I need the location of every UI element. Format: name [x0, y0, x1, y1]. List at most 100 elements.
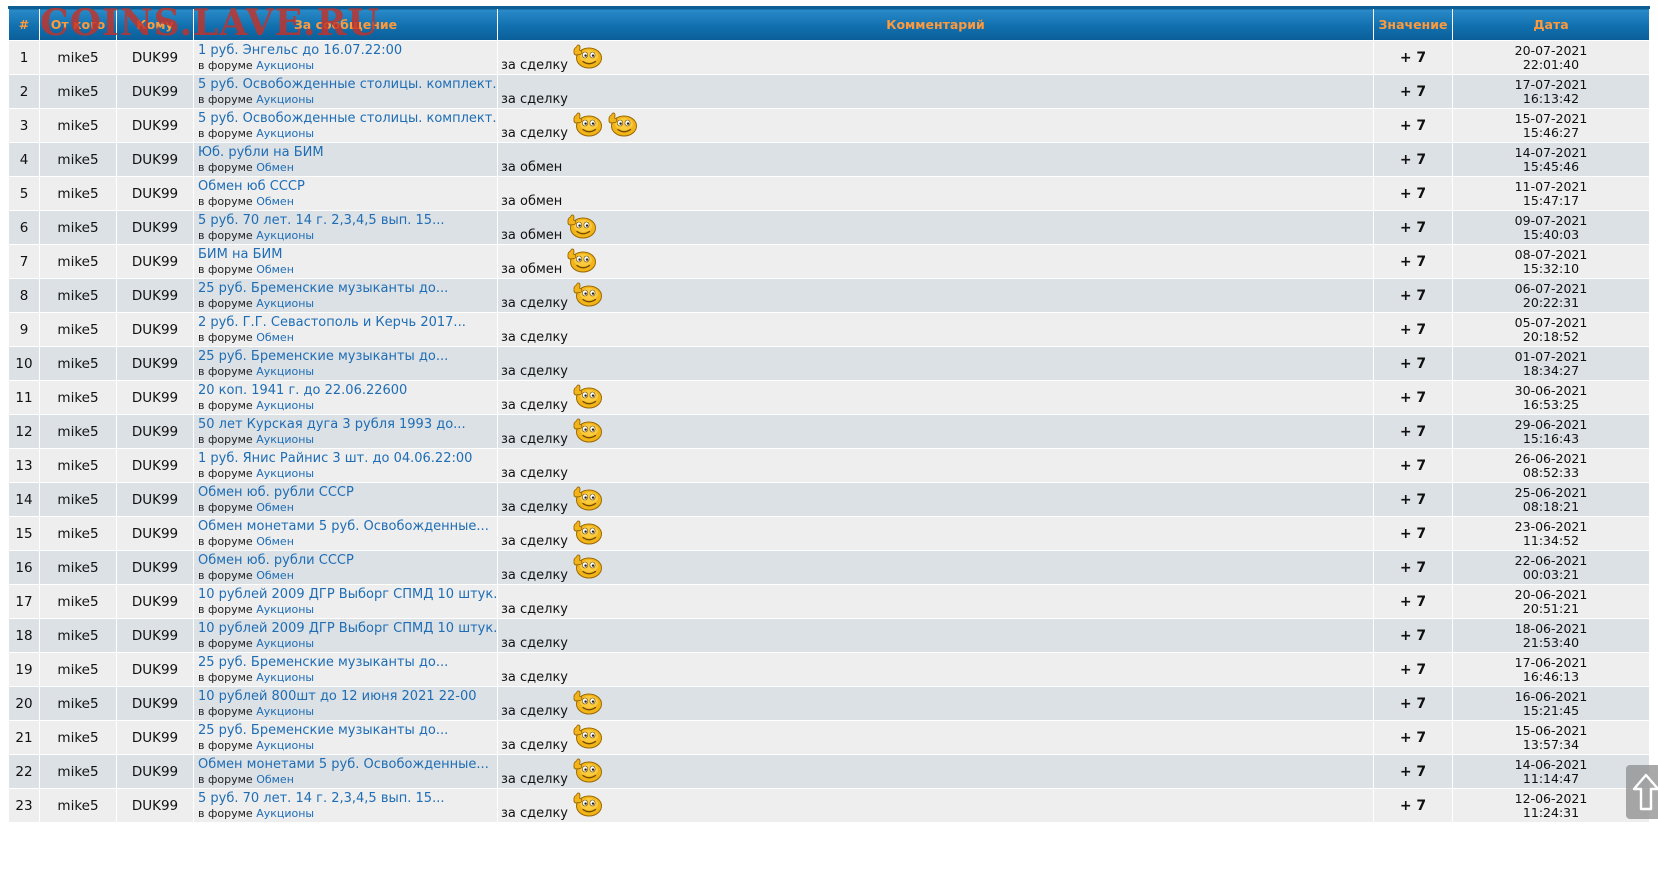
to-user-link[interactable]: DUK99 [116, 754, 194, 789]
forum-link[interactable]: Обмен [256, 773, 294, 786]
to-user-link[interactable]: DUK99 [116, 142, 194, 177]
to-user-link[interactable]: DUK99 [116, 346, 194, 381]
to-user-link[interactable]: DUK99 [116, 652, 194, 687]
to-user-link[interactable]: DUK99 [116, 108, 194, 143]
forum-link[interactable]: Аукционы [256, 127, 314, 140]
forum-link[interactable]: Аукционы [256, 399, 314, 412]
forum-link[interactable]: Обмен [256, 195, 294, 208]
post-title-link[interactable]: Обмен юб СССР [198, 179, 497, 194]
col-header-date[interactable]: Дата [1452, 6, 1650, 41]
to-user-link[interactable]: DUK99 [116, 720, 194, 755]
from-user-link[interactable]: mike5 [39, 142, 117, 177]
to-user-link[interactable]: DUK99 [116, 380, 194, 415]
col-header-comment[interactable]: Комментарий [497, 6, 1374, 41]
to-user-link[interactable]: DUK99 [116, 176, 194, 211]
col-header-to[interactable]: Кому [116, 6, 194, 41]
post-title-link[interactable]: 20 коп. 1941 г. до 22.06.22600 [198, 383, 497, 398]
post-title-link[interactable]: 50 лет Курская дуга 3 рубля 1993 до... [198, 417, 497, 432]
to-user-link[interactable]: DUK99 [116, 550, 194, 585]
forum-link[interactable]: Аукционы [256, 637, 314, 650]
from-user-link[interactable]: mike5 [39, 40, 117, 75]
forum-link[interactable]: Обмен [256, 263, 294, 276]
col-header-post[interactable]: За сообщение [193, 6, 498, 41]
to-user-link[interactable]: DUK99 [116, 40, 194, 75]
post-title-link[interactable]: Обмен монетами 5 руб. Освобожденные... [198, 757, 497, 772]
to-user-link[interactable]: DUK99 [116, 686, 194, 721]
from-user-link[interactable]: mike5 [39, 584, 117, 619]
forum-link[interactable]: Аукционы [256, 671, 314, 684]
post-title-link[interactable]: 2 руб. Г.Г. Севастополь и Керчь 2017... [198, 315, 497, 330]
from-user-link[interactable]: mike5 [39, 788, 117, 823]
from-user-link[interactable]: mike5 [39, 652, 117, 687]
post-title-link[interactable]: Обмен юб. рубли СССР [198, 485, 497, 500]
forum-link[interactable]: Аукционы [256, 705, 314, 718]
forum-link[interactable]: Аукционы [256, 365, 314, 378]
forum-link[interactable]: Аукционы [256, 297, 314, 310]
forum-link[interactable]: Обмен [256, 535, 294, 548]
from-user-link[interactable]: mike5 [39, 210, 117, 245]
from-user-link[interactable]: mike5 [39, 74, 117, 109]
from-user-link[interactable]: mike5 [39, 414, 117, 449]
forum-link[interactable]: Аукционы [256, 467, 314, 480]
post-title-link[interactable]: 25 руб. Бременские музыканты до... [198, 723, 497, 738]
from-user-link[interactable]: mike5 [39, 380, 117, 415]
post-title-link[interactable]: Обмен монетами 5 руб. Освобожденные... [198, 519, 497, 534]
col-header-from[interactable]: От кого [39, 6, 117, 41]
from-user-link[interactable]: mike5 [39, 108, 117, 143]
forum-link[interactable]: Аукционы [256, 807, 314, 820]
from-user-link[interactable]: mike5 [39, 312, 117, 347]
to-user-link[interactable]: DUK99 [116, 210, 194, 245]
from-user-link[interactable]: mike5 [39, 550, 117, 585]
from-user-link[interactable]: mike5 [39, 720, 117, 755]
post-title-link[interactable]: 10 рублей 2009 ДГР Выборг СПМД 10 штук..… [198, 621, 497, 636]
forum-link[interactable]: Аукционы [256, 59, 314, 72]
forum-link[interactable]: Аукционы [256, 603, 314, 616]
to-user-link[interactable]: DUK99 [116, 482, 194, 517]
post-title-link[interactable]: 25 руб. Бременские музыканты до... [198, 349, 497, 364]
post-title-link[interactable]: БИМ на БИМ [198, 247, 497, 262]
post-title-link[interactable]: 1 руб. Янис Райнис 3 шт. до 04.06.22:00 [198, 451, 497, 466]
post-title-link[interactable]: 1 руб. Энгельс до 16.07.22:00 [198, 43, 497, 58]
post-title-link[interactable]: 25 руб. Бременские музыканты до... [198, 281, 497, 296]
post-title-link[interactable]: 5 руб. Освобожденные столицы. комплект..… [198, 77, 497, 92]
to-user-link[interactable]: DUK99 [116, 584, 194, 619]
forum-link[interactable]: Обмен [256, 331, 294, 344]
to-user-link[interactable]: DUK99 [116, 618, 194, 653]
forum-link[interactable]: Обмен [256, 569, 294, 582]
forum-link[interactable]: Обмен [256, 501, 294, 514]
to-user-link[interactable]: DUK99 [116, 448, 194, 483]
to-user-link[interactable]: DUK99 [116, 312, 194, 347]
post-title-link[interactable]: 5 руб. 70 лет. 14 г. 2,3,4,5 вып. 15... [198, 791, 497, 806]
to-user-link[interactable]: DUK99 [116, 414, 194, 449]
scroll-to-top-button[interactable] [1626, 765, 1658, 819]
post-title-link[interactable]: 5 руб. Освобожденные столицы. комплект..… [198, 111, 497, 126]
post-title-link[interactable]: Юб. рубли на БИМ [198, 145, 497, 160]
col-header-num[interactable]: # [8, 6, 40, 41]
to-user-link[interactable]: DUK99 [116, 516, 194, 551]
post-title-link[interactable]: Обмен юб. рубли СССР [198, 553, 497, 568]
forum-link[interactable]: Аукционы [256, 433, 314, 446]
to-user-link[interactable]: DUK99 [116, 244, 194, 279]
post-title-link[interactable]: 10 рублей 800шт до 12 июня 2021 22-00 [198, 689, 497, 704]
from-user-link[interactable]: mike5 [39, 278, 117, 313]
from-user-link[interactable]: mike5 [39, 176, 117, 211]
from-user-link[interactable]: mike5 [39, 448, 117, 483]
forum-link[interactable]: Аукционы [256, 229, 314, 242]
to-user-link[interactable]: DUK99 [116, 74, 194, 109]
col-header-value[interactable]: Значение [1373, 6, 1453, 41]
from-user-link[interactable]: mike5 [39, 244, 117, 279]
post-title-link[interactable]: 10 рублей 2009 ДГР Выборг СПМД 10 штук..… [198, 587, 497, 602]
to-user-link[interactable]: DUK99 [116, 278, 194, 313]
post-title-link[interactable]: 25 руб. Бременские музыканты до... [198, 655, 497, 670]
forum-link[interactable]: Аукционы [256, 93, 314, 106]
post-title-link[interactable]: 5 руб. 70 лет. 14 г. 2,3,4,5 вып. 15... [198, 213, 497, 228]
forum-link[interactable]: Обмен [256, 161, 294, 174]
to-user-link[interactable]: DUK99 [116, 788, 194, 823]
forum-link[interactable]: Аукционы [256, 739, 314, 752]
from-user-link[interactable]: mike5 [39, 516, 117, 551]
from-user-link[interactable]: mike5 [39, 686, 117, 721]
from-user-link[interactable]: mike5 [39, 618, 117, 653]
from-user-link[interactable]: mike5 [39, 482, 117, 517]
from-user-link[interactable]: mike5 [39, 346, 117, 381]
from-user-link[interactable]: mike5 [39, 754, 117, 789]
